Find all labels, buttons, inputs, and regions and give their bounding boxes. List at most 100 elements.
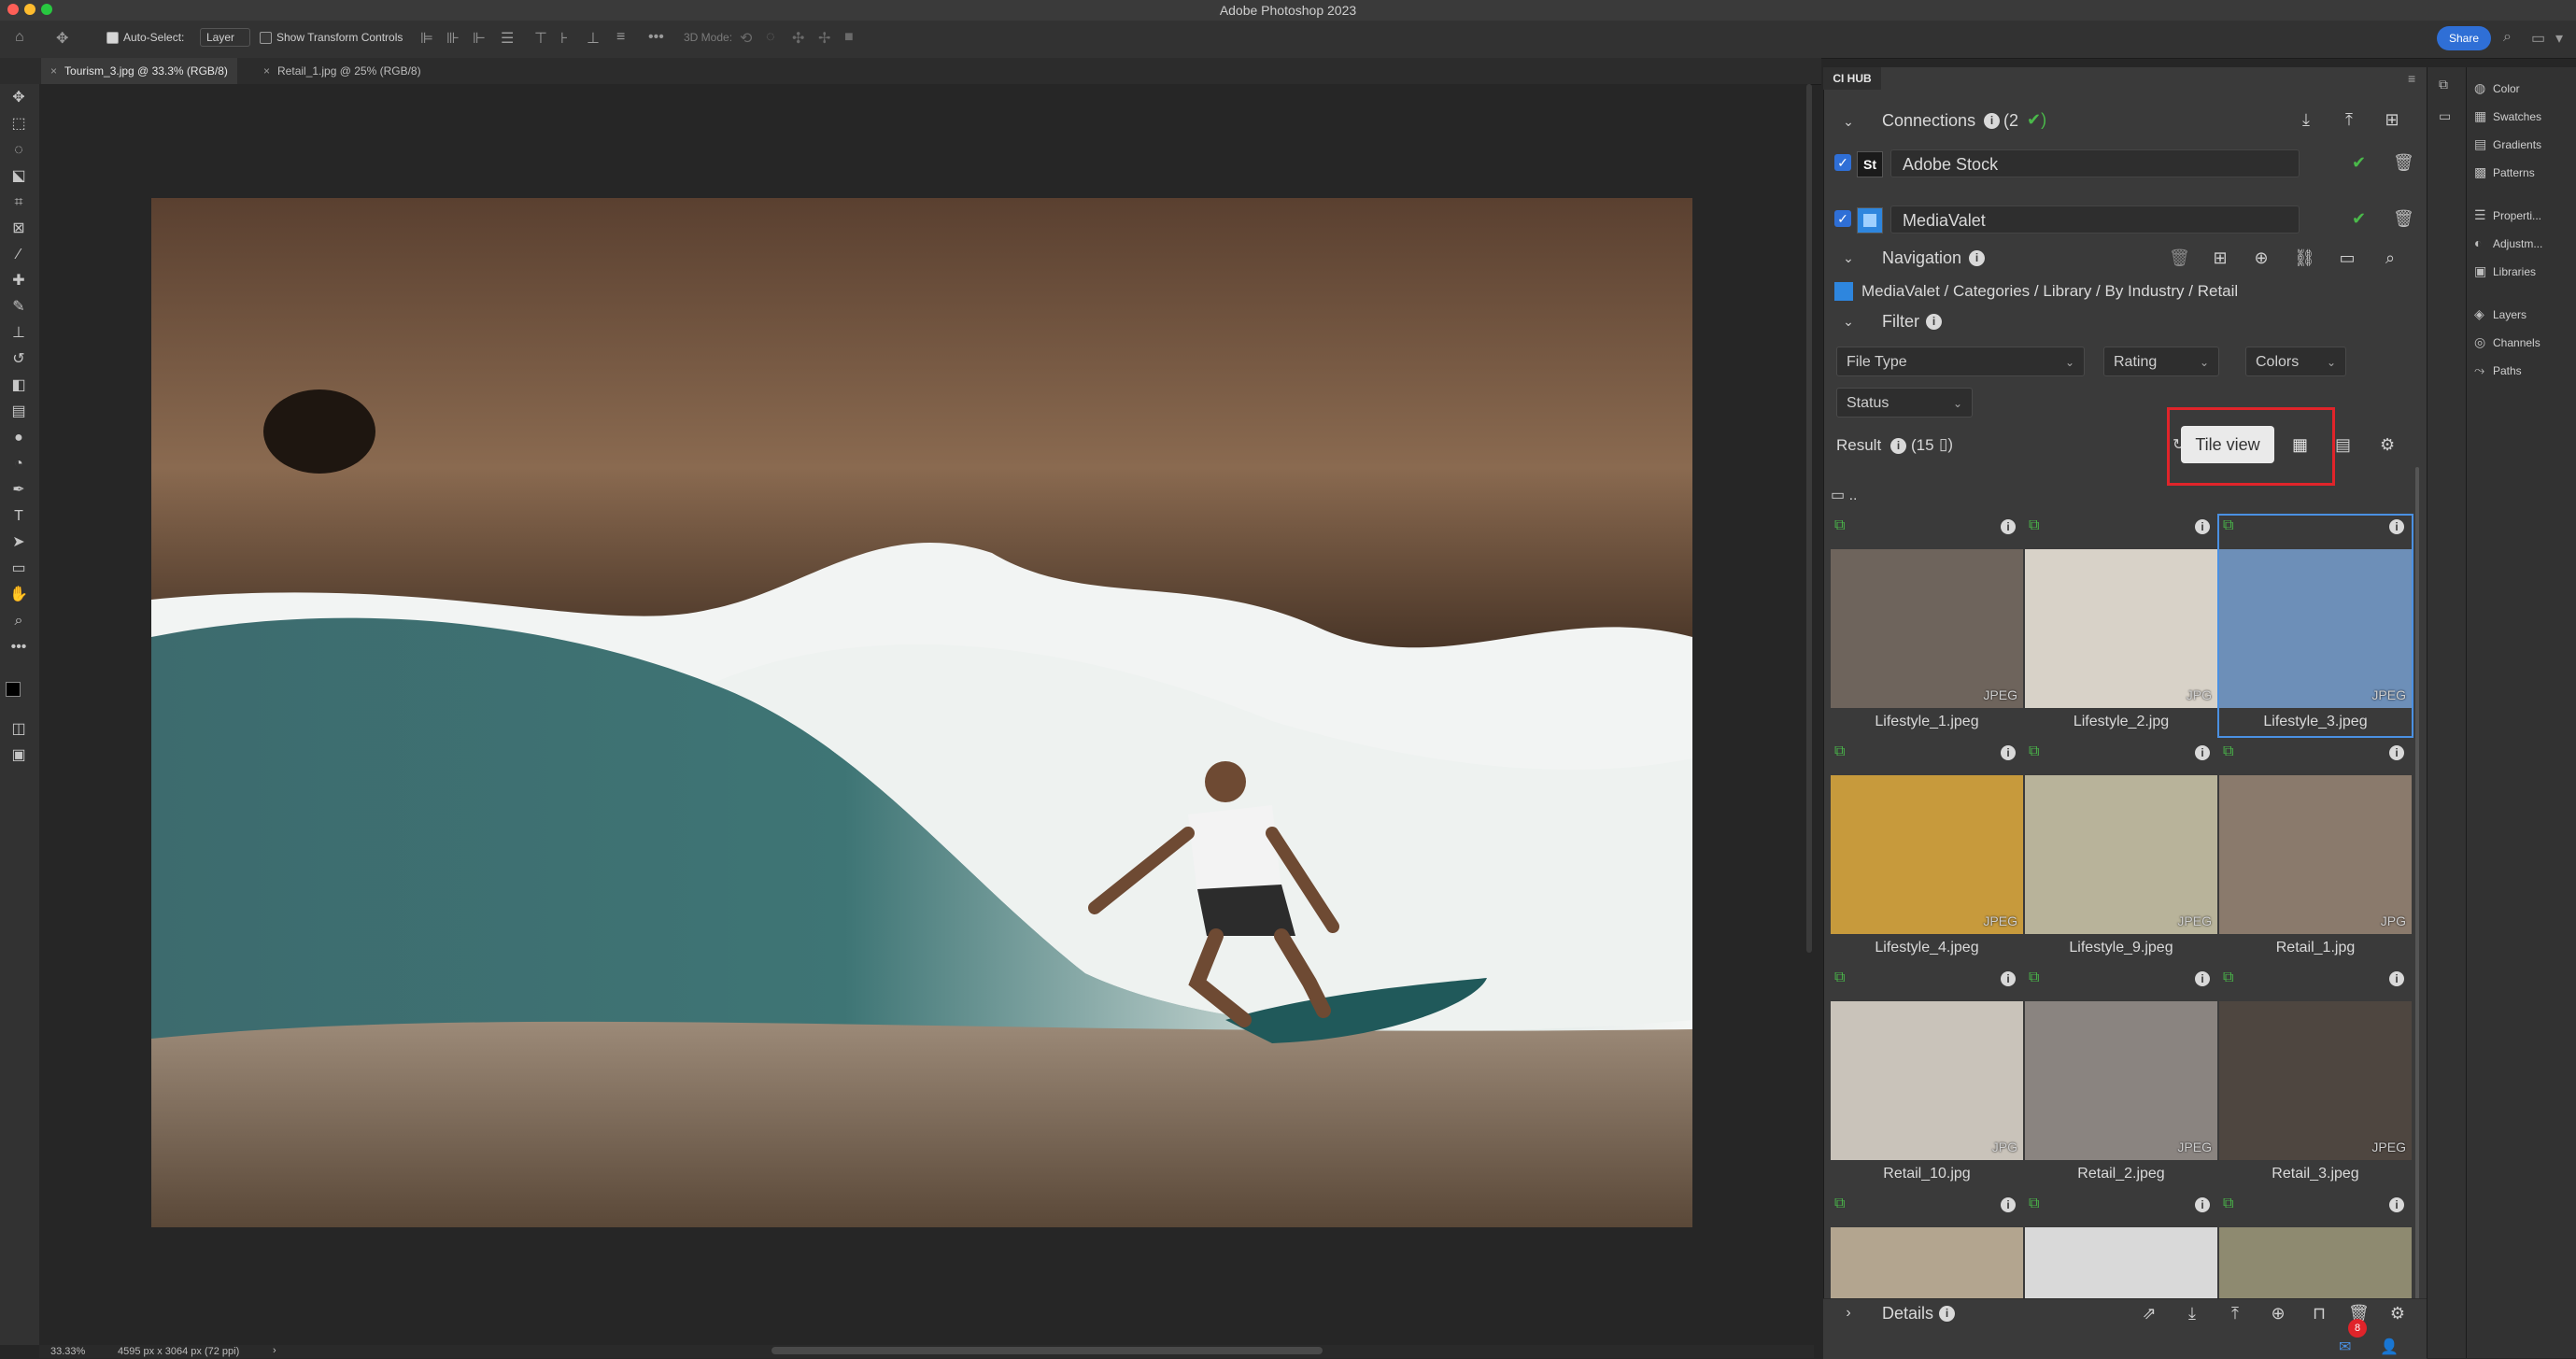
pen-tool-icon[interactable]: ✒ <box>8 480 29 501</box>
zoom-level[interactable]: 33.33% <box>50 1346 85 1357</box>
canvas-vertical-scrollbar[interactable] <box>1806 84 1812 953</box>
info-icon[interactable]: i <box>2389 519 2404 534</box>
search-icon[interactable]: ⌕ <box>2503 29 2512 46</box>
info-icon[interactable]: i <box>1984 113 2000 129</box>
dock-item-adjustments[interactable]: ◐ Adjustm... <box>2474 235 2542 258</box>
canvas-horizontal-scrollbar[interactable] <box>771 1347 1323 1354</box>
info-icon[interactable]: i <box>2389 1197 2404 1212</box>
checkbox-checked[interactable]: ✓ <box>1834 154 1851 171</box>
screen-mode-icon[interactable]: ▣ <box>8 745 29 766</box>
lasso-tool-icon[interactable]: ◌ <box>8 140 29 161</box>
upload-icon[interactable]: ⤒ <box>2339 110 2359 129</box>
more-options-icon[interactable]: ••• <box>648 29 664 46</box>
share-button[interactable]: Share <box>2437 26 2491 50</box>
file-type-dropdown[interactable]: File Type ⌄ <box>1836 347 2085 376</box>
message-icon[interactable]: ✉ <box>2339 1338 2351 1356</box>
download-icon[interactable]: ⤓ <box>2296 110 2316 129</box>
hand-tool-icon[interactable]: ✋ <box>8 585 29 605</box>
tab-tourism-3[interactable]: × Tourism_3.jpg @ 33.3% (RGB/8) <box>41 58 237 84</box>
3d-camera-icon[interactable]: ■ <box>844 29 854 46</box>
dock-item-paths[interactable]: ⤳ Paths <box>2474 362 2522 385</box>
object-select-tool-icon[interactable]: ⬕ <box>8 166 29 187</box>
brush-tool-icon[interactable]: ✎ <box>8 297 29 318</box>
info-icon[interactable]: i <box>1890 438 1906 454</box>
info-icon[interactable]: i <box>1969 250 1985 266</box>
asset-tile[interactable]: ⧉ i JPEG Retail_2.jpeg <box>2025 968 2217 1188</box>
chevron-right-icon[interactable]: › <box>1838 1304 1859 1323</box>
settings-icon[interactable]: ⚙ <box>2387 1304 2408 1323</box>
asset-tile[interactable]: ⧉ i JPEG Lifestyle_3.jpeg <box>2217 514 2413 738</box>
tile-view-icon[interactable]: ▦ <box>2292 435 2308 455</box>
dock-item-layers[interactable]: ◈ Layers <box>2474 306 2526 329</box>
dock-item-patterns[interactable]: ▩ Patterns <box>2474 164 2535 187</box>
tab-retail-1[interactable]: × Retail_1.jpg @ 25% (RGB/8) <box>254 58 431 84</box>
info-icon[interactable]: i <box>2195 745 2210 760</box>
align-middle-icon[interactable]: ⊦ <box>560 29 568 48</box>
settings-icon[interactable]: ⚙ <box>2380 435 2395 455</box>
breadcrumb-item[interactable]: Categories <box>1953 282 2030 300</box>
distribute-vertical-icon[interactable]: ≡ <box>616 29 625 46</box>
info-icon[interactable]: i <box>2001 971 2016 986</box>
info-icon[interactable]: i <box>2195 1197 2210 1212</box>
info-icon[interactable]: i <box>2389 971 2404 986</box>
document-image[interactable] <box>151 198 1692 1227</box>
3d-rotate-icon[interactable]: ⟲ <box>740 29 752 48</box>
folder-icon[interactable]: ▭ <box>2337 248 2357 267</box>
eraser-tool-icon[interactable]: ◧ <box>8 375 29 396</box>
quick-mask-icon[interactable]: ◫ <box>8 719 29 740</box>
status-dropdown[interactable]: Status ⌄ <box>1836 388 1973 418</box>
comments-icon[interactable]: ▭ <box>2439 108 2451 124</box>
auto-select-dropdown[interactable]: Layer <box>200 28 251 47</box>
zoom-in-icon[interactable]: ⊕ <box>2251 248 2272 267</box>
distribute-icon[interactable]: ☰ <box>501 29 514 48</box>
chevron-down-icon[interactable]: ⌄ <box>1838 248 1859 267</box>
results-scrollbar[interactable] <box>2415 467 2419 1308</box>
info-icon[interactable]: i <box>2001 519 2016 534</box>
gradient-tool-icon[interactable]: ▤ <box>8 402 29 422</box>
auto-select-checkbox[interactable]: Auto-Select: <box>106 31 184 45</box>
rating-dropdown[interactable]: Rating ⌄ <box>2103 347 2219 376</box>
zoom-tool-icon[interactable]: ⌕ <box>8 611 29 631</box>
trash-icon[interactable]: 🗑 <box>2169 248 2190 267</box>
shape-tool-icon[interactable]: ▭ <box>8 559 29 579</box>
asset-tile[interactable]: ⧉ i JPG Retail_1.jpg <box>2219 742 2412 962</box>
dock-item-properties[interactable]: ☰ Properti... <box>2474 207 2541 230</box>
dock-item-gradients[interactable]: ▤ Gradients <box>2474 136 2541 159</box>
panel-menu-icon[interactable]: ≡ <box>2408 71 2415 86</box>
marquee-tool-icon[interactable]: ⬚ <box>8 114 29 134</box>
trash-icon[interactable]: 🗑 <box>2393 209 2414 229</box>
asset-tile[interactable]: ⧉ i JPEG Lifestyle_9.jpeg <box>2025 742 2217 962</box>
parent-folder-item[interactable]: ▭ .. <box>1831 486 1857 504</box>
connection-name[interactable]: MediaValet <box>1890 205 2300 234</box>
workspace-chevron-icon[interactable]: ▾ <box>2555 29 2563 48</box>
dock-item-color[interactable]: ◍ Color <box>2474 80 2520 103</box>
3d-drag-icon[interactable]: ✣ <box>792 29 804 48</box>
upload-icon[interactable]: ⤒ <box>2225 1304 2245 1323</box>
connection-adobe-stock[interactable]: ✓ St Adobe Stock ✔ 🗑 <box>1834 148 2414 179</box>
workspace-icon[interactable]: ▭ <box>2531 29 2545 48</box>
type-tool-icon[interactable]: T <box>8 506 29 527</box>
asset-tile[interactable]: ⧉ i <box>2219 1194 2412 1298</box>
ci-hub-tab[interactable]: CI HUB <box>1823 67 1881 90</box>
lock-icon[interactable]: ⊓ <box>2309 1304 2329 1323</box>
add-connection-icon[interactable]: ⊞ <box>2382 110 2402 129</box>
open-external-icon[interactable]: ⇗ <box>2139 1304 2159 1323</box>
trash-icon[interactable]: 🗑 <box>2393 153 2414 173</box>
connection-mediavalet[interactable]: ✓ MediaValet ✔ 🗑 <box>1834 204 2414 235</box>
dock-item-swatches[interactable]: ▦ Swatches <box>2474 108 2541 131</box>
move-tool-icon[interactable]: ✥ <box>56 29 68 48</box>
breadcrumb-item[interactable]: Retail <box>2198 282 2238 300</box>
blur-tool-icon[interactable]: ● <box>8 428 29 448</box>
dock-item-channels[interactable]: ◎ Channels <box>2474 334 2541 357</box>
connection-name[interactable]: Adobe Stock <box>1890 149 2300 177</box>
show-transform-checkbox[interactable]: Show Transform Controls <box>260 31 403 45</box>
user-icon[interactable]: 👤 <box>2380 1338 2399 1356</box>
align-top-icon[interactable]: ⊤ <box>534 29 547 48</box>
asset-tile[interactable]: ⧉ i <box>1831 1194 2023 1298</box>
eyedropper-tool-icon[interactable]: ⁄ <box>8 245 29 265</box>
asset-tile[interactable]: ⧉ i JPEG Lifestyle_1.jpeg <box>1831 516 2023 736</box>
chevron-down-icon[interactable]: ⌄ <box>1838 312 1859 331</box>
grid-icon[interactable]: ⊞ <box>2210 248 2230 267</box>
breadcrumb-item[interactable]: Library <box>2043 282 2091 300</box>
align-bottom-icon[interactable]: ⊥ <box>587 29 600 48</box>
